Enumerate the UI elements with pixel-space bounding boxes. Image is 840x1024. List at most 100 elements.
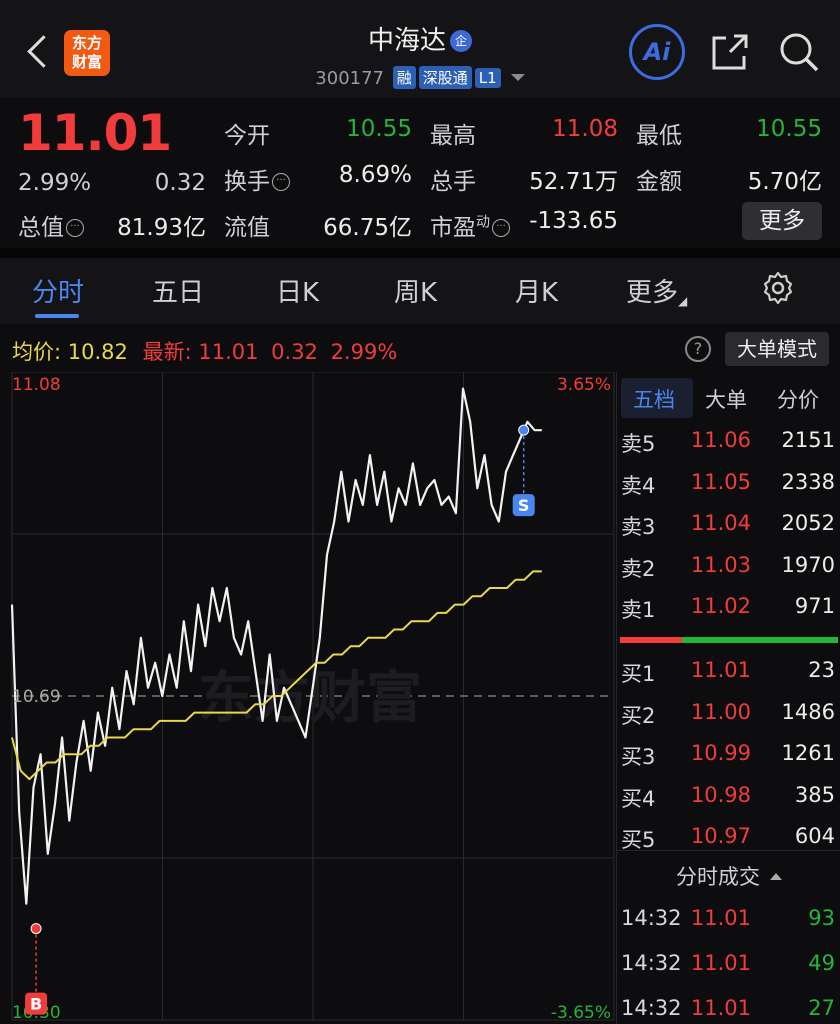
- search-icon[interactable]: [777, 30, 821, 74]
- info-icon[interactable]: ···: [492, 219, 510, 237]
- tab-five-levels[interactable]: 五档: [633, 384, 675, 414]
- bid-row[interactable]: 买2 11.00 1486: [617, 694, 840, 734]
- y-axis-mid-label: 10.69: [12, 687, 61, 707]
- level-volume: 2052: [781, 511, 835, 535]
- trade-price: 11.01: [690, 996, 751, 1020]
- level-price: 11.00: [690, 699, 751, 724]
- change-value: 0.32: [154, 170, 206, 196]
- level-price: 11.05: [690, 469, 751, 494]
- low-value: 10.55: [756, 116, 822, 142]
- bid-ask-ratio-bar: [620, 637, 838, 643]
- change-pct: 2.99%: [18, 170, 92, 196]
- trades-header[interactable]: 分时成交: [617, 850, 840, 891]
- trade-volume: 49: [808, 951, 835, 975]
- trade-time: 14:32: [621, 996, 682, 1020]
- tab-more[interactable]: 更多◢: [626, 272, 687, 309]
- open-label: 今开: [224, 123, 270, 149]
- price-line: [10, 387, 542, 905]
- info-icon[interactable]: ···: [66, 219, 84, 237]
- amount-value: 5.70亿: [747, 169, 822, 195]
- trade-volume: 27: [808, 996, 835, 1020]
- trade-row: 14:32 11.01 93: [617, 900, 840, 940]
- marker-dot: [30, 923, 42, 935]
- pct-axis-bottom-label: -3.65%: [551, 1003, 611, 1023]
- tab-weekly-k[interactable]: 周K: [394, 272, 437, 309]
- level-label: 卖4: [621, 473, 656, 498]
- level-price: 11.06: [690, 428, 751, 452]
- tab-big-orders[interactable]: 大单: [705, 384, 747, 414]
- high-label: 最高: [430, 123, 476, 149]
- pe-value: -133.65: [529, 208, 618, 234]
- latest-pct: 2.99%: [330, 340, 398, 364]
- level-volume: 23: [808, 658, 835, 682]
- active-tab-indicator: [35, 314, 79, 318]
- ask-row[interactable]: 卖5 11.06 2151: [617, 422, 840, 462]
- level-label: 卖2: [621, 556, 656, 581]
- trade-time: 14:32: [621, 906, 682, 930]
- level-price: 10.99: [690, 741, 751, 765]
- level-price: 11.02: [690, 594, 751, 618]
- trade-price: 11.01: [690, 951, 751, 975]
- marker-label: S: [518, 496, 530, 515]
- bid-row[interactable]: 买4 10.98 385: [617, 777, 840, 817]
- ask-row[interactable]: 卖3 11.04 2052: [617, 505, 840, 545]
- tab-monthly-k[interactable]: 月K: [515, 272, 558, 309]
- tag-margin: 融: [392, 66, 416, 89]
- avg-label: 均价:: [12, 340, 62, 364]
- trade-row: 14:32 11.01 49: [617, 945, 840, 985]
- volume-label: 总手: [430, 169, 476, 195]
- level-label: 卖5: [621, 432, 656, 456]
- ask-row[interactable]: 卖4 11.05 2338: [617, 464, 840, 504]
- level-label: 买4: [621, 786, 656, 811]
- ask-row[interactable]: 卖2 11.03 1970: [617, 547, 840, 587]
- marker-dot: [518, 424, 530, 436]
- bid-row[interactable]: 买1 11.01 23: [617, 652, 840, 692]
- latest-change: 0.32: [271, 340, 318, 364]
- level-label: 买2: [621, 703, 656, 728]
- marker-label: B: [30, 995, 42, 1014]
- help-icon[interactable]: ?: [685, 336, 711, 362]
- level-volume: 1486: [781, 699, 835, 724]
- pe-label: 市盈动 ···: [430, 208, 510, 242]
- level-volume: 385: [794, 782, 835, 807]
- tab-five-day[interactable]: 五日: [152, 272, 204, 309]
- level-label: 买1: [621, 662, 656, 686]
- trade-price: 11.01: [690, 906, 751, 930]
- chevron-down-icon[interactable]: [510, 74, 525, 81]
- ask-row[interactable]: 卖1 11.02 971: [617, 588, 840, 628]
- stock-name: 中海达: [367, 26, 446, 56]
- tab-intraday[interactable]: 分时: [32, 272, 84, 309]
- amount-label: 金额: [636, 169, 682, 195]
- level-volume: 1261: [781, 741, 835, 765]
- ai-button[interactable]: Ai: [629, 24, 685, 80]
- bid-row[interactable]: 买3 10.99 1261: [617, 735, 840, 775]
- level-volume: 604: [794, 824, 835, 848]
- trade-row: 14:32 11.01 27: [617, 990, 840, 1024]
- turnover-label: 换手 ···: [224, 162, 290, 196]
- intraday-chart[interactable]: 东方财富11.0810.6910.303.65%-3.65%BS: [0, 372, 615, 1024]
- high-value: 11.08: [552, 116, 618, 142]
- level-price: 11.04: [690, 511, 751, 535]
- level-price: 10.98: [690, 782, 751, 807]
- tab-price-distribution[interactable]: 分价: [777, 384, 819, 414]
- market-cap: 81.93亿: [117, 215, 206, 241]
- divider: [0, 248, 840, 258]
- market-cap-label: 总值 ···: [18, 208, 84, 242]
- share-icon[interactable]: [710, 32, 750, 72]
- info-icon[interactable]: ···: [272, 173, 290, 191]
- level-volume: 2338: [781, 469, 835, 494]
- latest-value: 11.01: [198, 340, 259, 364]
- level-price: 11.01: [690, 658, 751, 682]
- level-volume: 2151: [781, 428, 835, 452]
- order-book: 五档 大单 分价 卖5 11.06 2151 卖4 11.05 2338 卖3 11.04 20…: [616, 372, 840, 1024]
- y-axis-top-label: 11.08: [12, 375, 61, 395]
- volume-value: 52.71万: [529, 169, 618, 195]
- more-button[interactable]: 更多: [742, 202, 822, 240]
- tab-daily-k[interactable]: 日K: [276, 272, 319, 309]
- watermark: 东方财富: [198, 666, 422, 731]
- level-price: 11.03: [690, 552, 751, 577]
- big-order-mode-button[interactable]: 大单模式: [725, 332, 829, 366]
- settings-gear-icon[interactable]: [760, 270, 796, 306]
- chart-tabs: 分时 五日 日K 周K 月K 更多◢: [0, 258, 840, 324]
- low-label: 最低: [636, 123, 682, 149]
